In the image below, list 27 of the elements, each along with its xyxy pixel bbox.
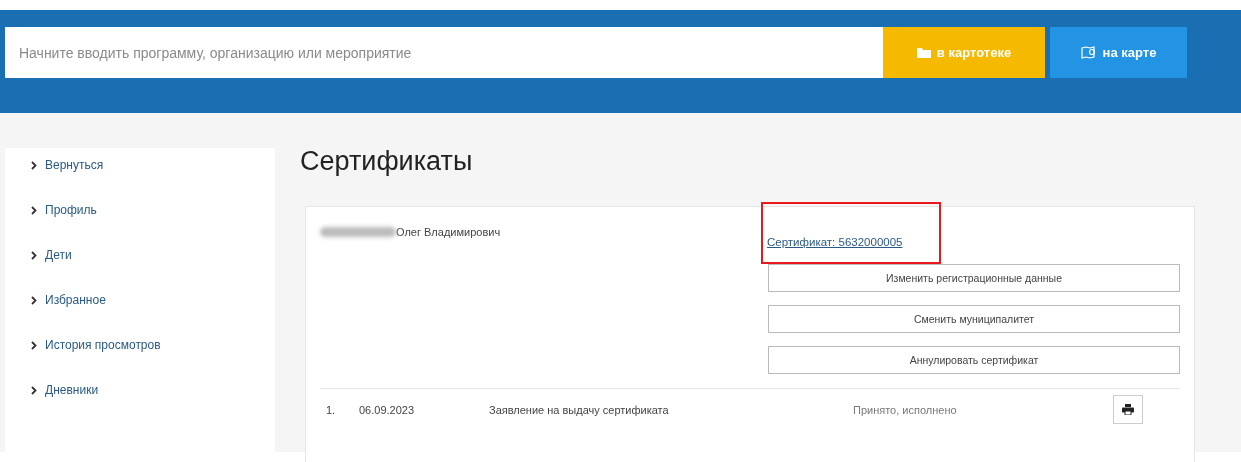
sidebar-item[interactable]: Вернуться <box>31 158 275 172</box>
page-title: Сертификаты <box>300 148 474 178</box>
printer-icon <box>1122 404 1134 415</box>
chevron-icon <box>31 340 37 350</box>
holder-name: Олег Владимирович <box>396 226 501 238</box>
sidebar-item[interactable]: История просмотров <box>31 338 275 352</box>
certificate-link[interactable]: Сертификат: 5632000005 <box>767 218 903 248</box>
folder-icon <box>916 47 931 58</box>
chevron-icon <box>31 385 37 395</box>
sidebar-item[interactable]: Дети <box>31 248 275 262</box>
sidebar-item[interactable]: Избранное <box>31 293 275 307</box>
request-date: 06.09.2023 <box>359 403 416 416</box>
search-field[interactable]: Начните вводить программу, организацию или мероприятие <box>5 27 883 78</box>
request-status: Принято, исполнено <box>853 403 958 416</box>
sidebar-item[interactable]: Дневники <box>31 383 275 397</box>
action-button[interactable]: Сменить муниципалитет <box>768 305 1180 333</box>
chevron-icon <box>31 205 37 215</box>
chevron-icon <box>31 160 37 170</box>
map-icon <box>1080 46 1097 59</box>
action-button[interactable]: Изменить регистрационные данные <box>768 264 1180 292</box>
chevron-icon <box>31 295 37 305</box>
sidebar-item[interactable]: Профиль <box>31 203 275 217</box>
print-button[interactable] <box>1113 395 1143 424</box>
action-button[interactable]: Аннулировать сертификат <box>768 346 1180 374</box>
row-number: 1. <box>326 403 337 416</box>
request-title: Заявление на выдачу сертификата <box>489 403 670 416</box>
chevron-icon <box>31 250 37 260</box>
